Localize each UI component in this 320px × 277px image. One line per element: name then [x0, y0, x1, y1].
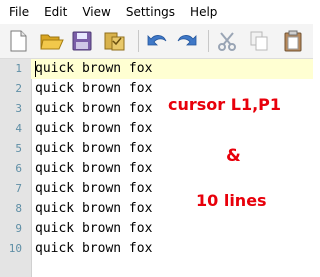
menu-help[interactable]: Help — [181, 5, 223, 19]
line-text[interactable]: quick brown fox — [35, 119, 152, 139]
line-text[interactable]: quick brown fox — [35, 199, 152, 219]
menu-edit[interactable]: Edit — [35, 5, 73, 19]
line-number: 6 — [15, 162, 22, 175]
menu-file[interactable]: File — [0, 5, 35, 19]
redo-icon[interactable] — [173, 27, 201, 55]
menu-view[interactable]: View — [73, 5, 116, 19]
toolbar-separator — [138, 30, 139, 52]
save-icon[interactable] — [68, 27, 96, 55]
text-cursor — [35, 61, 36, 77]
line-text[interactable]: quick brown fox — [35, 99, 152, 119]
menu-settings[interactable]: Settings — [117, 5, 181, 19]
menu-bar: File Edit View Settings Help — [0, 0, 313, 24]
editor-line[interactable]: 10 quick brown fox — [0, 239, 313, 259]
line-text[interactable]: quick brown fox — [35, 219, 152, 239]
editor-line[interactable]: 5 quick brown fox — [0, 139, 313, 159]
line-text[interactable]: quick brown fox — [35, 59, 152, 79]
line-text[interactable]: quick brown fox — [35, 159, 152, 179]
line-number: 3 — [15, 102, 22, 115]
line-number: 9 — [15, 222, 22, 235]
annotation-cursor-position: cursor L1,P1 — [168, 95, 282, 114]
editor-line-current[interactable]: 1 quick brown fox — [0, 59, 313, 79]
annotation-line-count: 10 lines — [196, 191, 267, 210]
editor-line[interactable]: 9 quick brown fox — [0, 219, 313, 239]
line-text[interactable]: quick brown fox — [35, 239, 152, 259]
save-all-icon[interactable] — [101, 27, 129, 55]
paste-icon[interactable] — [279, 27, 307, 55]
toolbar — [0, 24, 313, 59]
line-text[interactable]: quick brown fox — [35, 79, 152, 99]
copy-icon[interactable] — [245, 27, 273, 55]
editor-line[interactable]: 4 quick brown fox — [0, 119, 313, 139]
editor-area[interactable]: 1 quick brown fox 2 quick brown fox 3 qu… — [0, 59, 313, 277]
cut-icon[interactable] — [213, 27, 241, 55]
annotation-ampersand: & — [226, 146, 241, 166]
line-number: 1 — [15, 62, 22, 75]
line-number: 2 — [15, 82, 22, 95]
line-number: 8 — [15, 202, 22, 215]
new-file-icon[interactable] — [4, 27, 32, 55]
line-number: 10 — [8, 242, 22, 255]
undo-icon[interactable] — [143, 27, 171, 55]
line-number: 7 — [15, 182, 22, 195]
editor-line[interactable]: 6 quick brown fox — [0, 159, 313, 179]
line-text[interactable]: quick brown fox — [35, 179, 152, 199]
line-text[interactable]: quick brown fox — [35, 139, 152, 159]
open-folder-icon[interactable] — [38, 27, 66, 55]
line-number: 5 — [15, 142, 22, 155]
toolbar-separator — [208, 30, 209, 52]
line-number: 4 — [15, 122, 22, 135]
